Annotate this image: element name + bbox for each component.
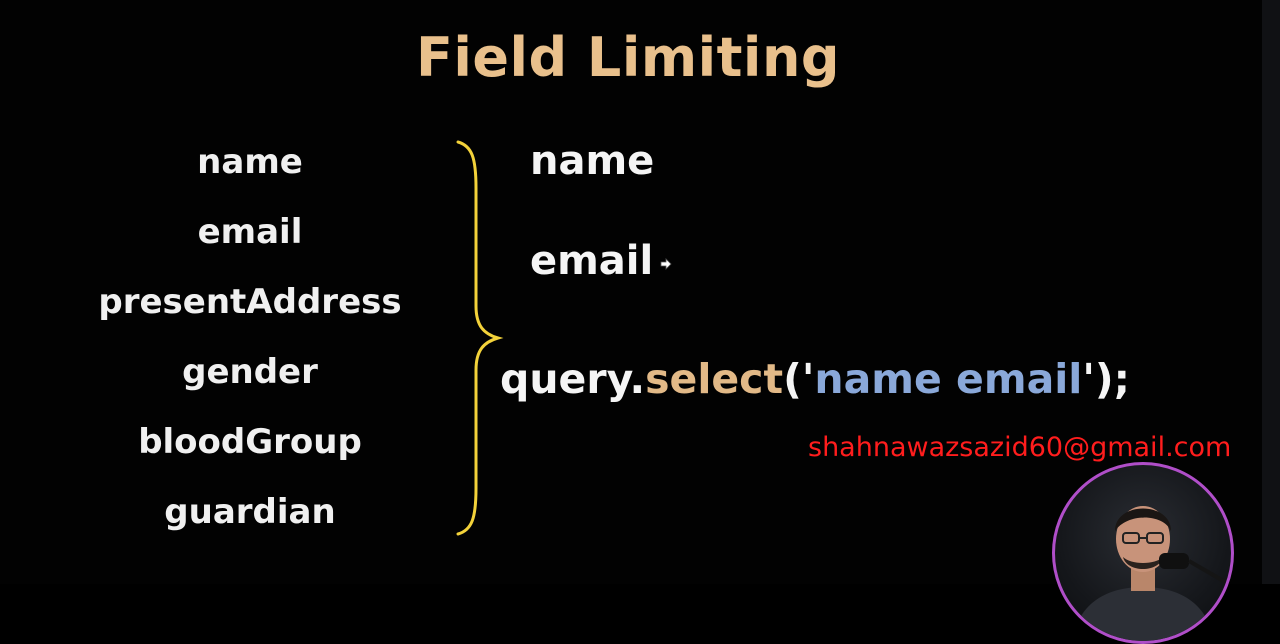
selected-field-email: email [530, 238, 654, 284]
field-item: name [197, 142, 303, 182]
field-item: guardian [164, 492, 336, 532]
presenter-webcam [1052, 462, 1234, 644]
code-object: query. [500, 355, 646, 403]
contact-email: shahnawazsazid60@gmail.com [808, 432, 1232, 463]
selected-field-name: name [530, 138, 655, 184]
slide-title: Field Limiting [415, 26, 841, 89]
field-item: presentAddress [98, 282, 402, 322]
code-snippet: query.select('name email'); [500, 355, 1130, 403]
field-item: email [197, 212, 303, 252]
presenter-avatar-icon [1073, 506, 1229, 641]
all-fields-list: name email presentAddress gender bloodGr… [60, 138, 440, 558]
cursor-icon [660, 258, 672, 270]
slide-canvas: Field Limiting name email presentAddress… [0, 0, 1262, 644]
code-close-paren: '); [1082, 355, 1131, 403]
code-open-paren: (' [783, 355, 815, 403]
field-item: bloodGroup [138, 422, 362, 462]
code-argument: name email [814, 355, 1083, 403]
code-method: select [645, 355, 784, 403]
window-edge [1262, 0, 1280, 584]
field-item: gender [182, 352, 318, 392]
curly-brace-icon [456, 140, 504, 536]
